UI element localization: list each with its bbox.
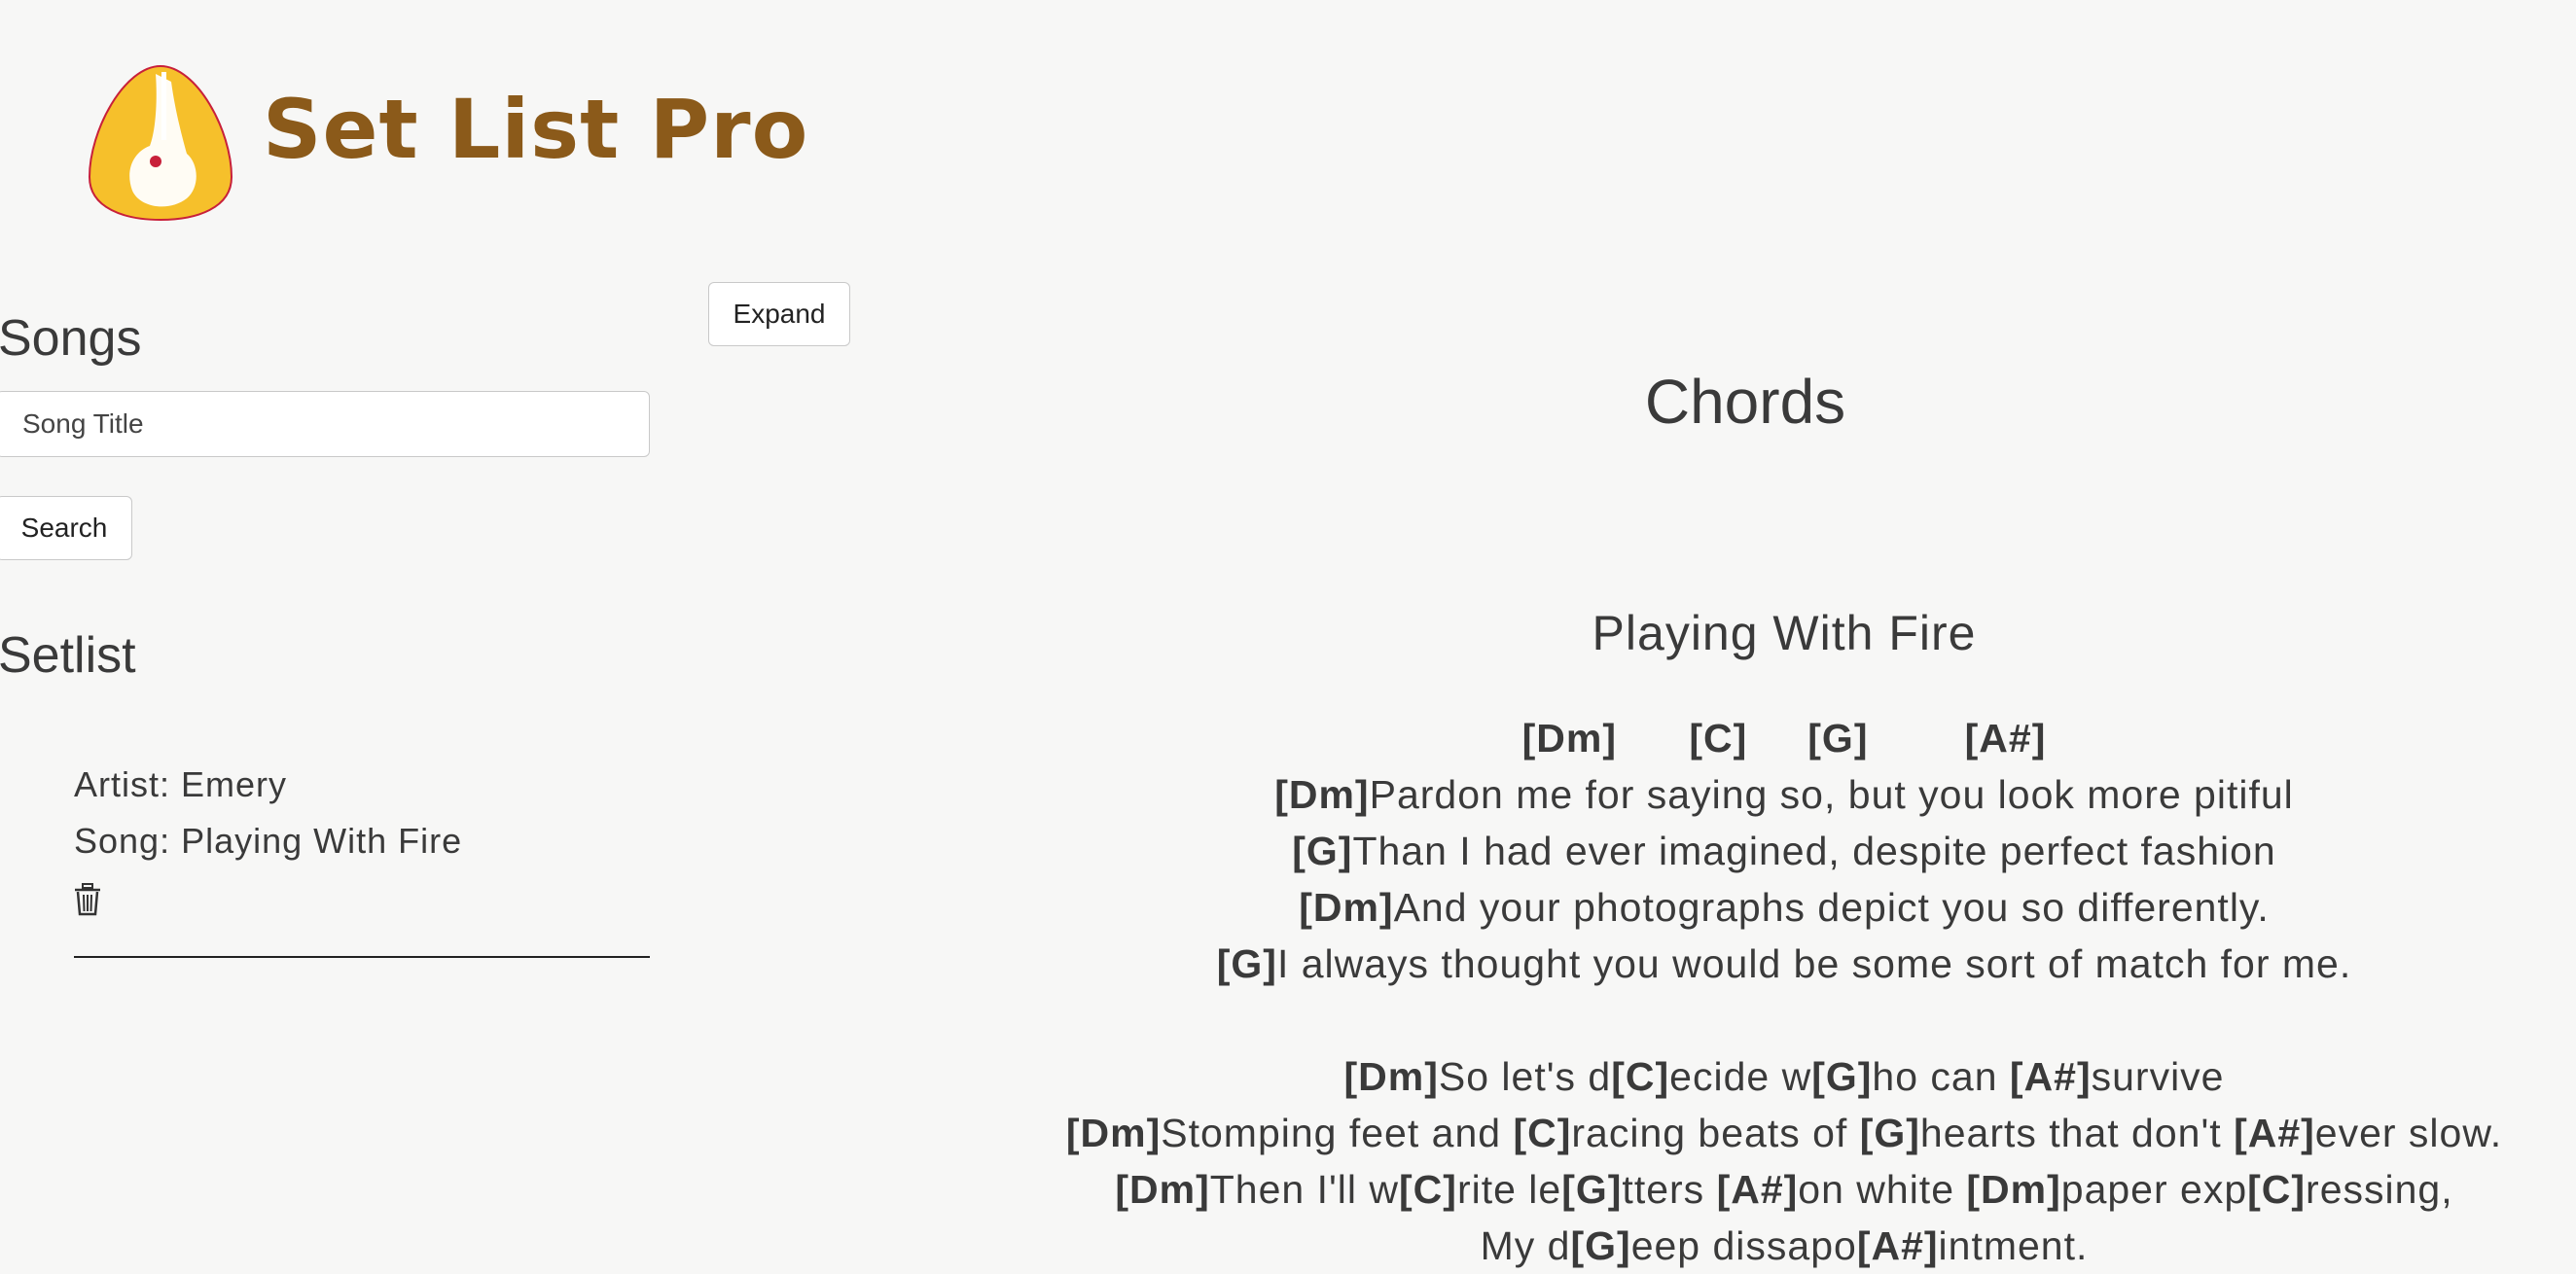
chord-sheet-line: My d[G]eep dissapo[A#]intment. [1480, 1223, 2089, 1268]
search-button[interactable]: Search [0, 496, 132, 560]
trash-icon[interactable] [74, 883, 101, 916]
setlist-item-artist: Artist: Emery [74, 764, 288, 804]
expand-button[interactable]: Expand [708, 282, 850, 346]
chord-label: [A#] [1716, 1167, 1799, 1212]
chord-label: [Dm] [1521, 716, 1618, 761]
chord-label: [G] [1561, 1167, 1623, 1212]
chord-sheet-line: [Dm] [C] [G] [A#] [973, 710, 2576, 766]
search-input-placeholder: Song Title [22, 408, 144, 439]
chord-label: [A#] [2009, 1054, 2092, 1099]
chord-label: [Dm] [1115, 1167, 1210, 1212]
chord-sheet-line: [G]Than I had ever imagined, despite per… [1292, 829, 2276, 873]
chord-label: [G] [1570, 1223, 1631, 1268]
chord-label: [A#] [1964, 716, 2047, 761]
chord-sheet-line: [Dm]Stomping feet and [C]racing beats of… [1065, 1111, 2503, 1155]
chord-label: [A#] [2234, 1111, 2315, 1155]
chord-sheet-line: [Dm]And your photographs depict you so d… [1299, 885, 2270, 930]
song-title-search-input[interactable]: Song Title [0, 391, 650, 457]
chord-label: [C] [1611, 1054, 1670, 1099]
chord-label: [Dm] [1274, 772, 1370, 817]
chord-label: [C] [2247, 1167, 2307, 1212]
song-title: Playing With Fire [1592, 606, 1977, 660]
chord-label: [Dm] [1966, 1167, 2061, 1212]
chord-label: [C] [1689, 716, 1748, 761]
chord-label: [G] [1216, 941, 1277, 986]
chord-sheet-blank-line [973, 992, 2576, 1048]
guitar-pick-logo-icon [88, 64, 233, 222]
chord-sheet-line: [G]I always thought you would be some so… [1216, 941, 2352, 986]
chord-label: [G] [1292, 829, 1353, 873]
setlist-item: Artist: Emery Song: Playing With Fire [74, 757, 650, 916]
chord-label: [C] [1399, 1167, 1457, 1212]
chord-label: [Dm] [1065, 1111, 1162, 1155]
chord-sheet-line: [Dm]Then I'll w[C]rite le[G]tters [A#]on… [1115, 1167, 2453, 1212]
chord-sheet-line: [Dm]Pardon me for saying so, but you loo… [1274, 772, 2294, 817]
setlist-divider [74, 956, 650, 958]
app-brand-title: Set List Pro [263, 82, 809, 177]
setlist-item-song: Song: Playing With Fire [74, 821, 463, 861]
chord-label: [G] [1811, 1054, 1873, 1099]
setlist-heading: Setlist [0, 627, 136, 684]
chord-sheet: [Dm] [C] [G] [A#] [Dm]Pardon me for sayin… [973, 710, 2576, 1274]
chords-heading: Chords [1644, 367, 1846, 437]
chord-sheet-line: [Dm]So let's d[C]ecide w[G]ho can [A#]su… [1343, 1054, 2225, 1099]
chord-label: [G] [1807, 716, 1869, 761]
songs-heading: Songs [0, 310, 142, 367]
chord-label: [C] [1513, 1111, 1572, 1155]
chord-label: [A#] [1856, 1223, 1939, 1268]
chord-label: [Dm] [1343, 1054, 1439, 1099]
chord-label: [Dm] [1299, 885, 1394, 930]
chord-label: [G] [1859, 1111, 1920, 1155]
